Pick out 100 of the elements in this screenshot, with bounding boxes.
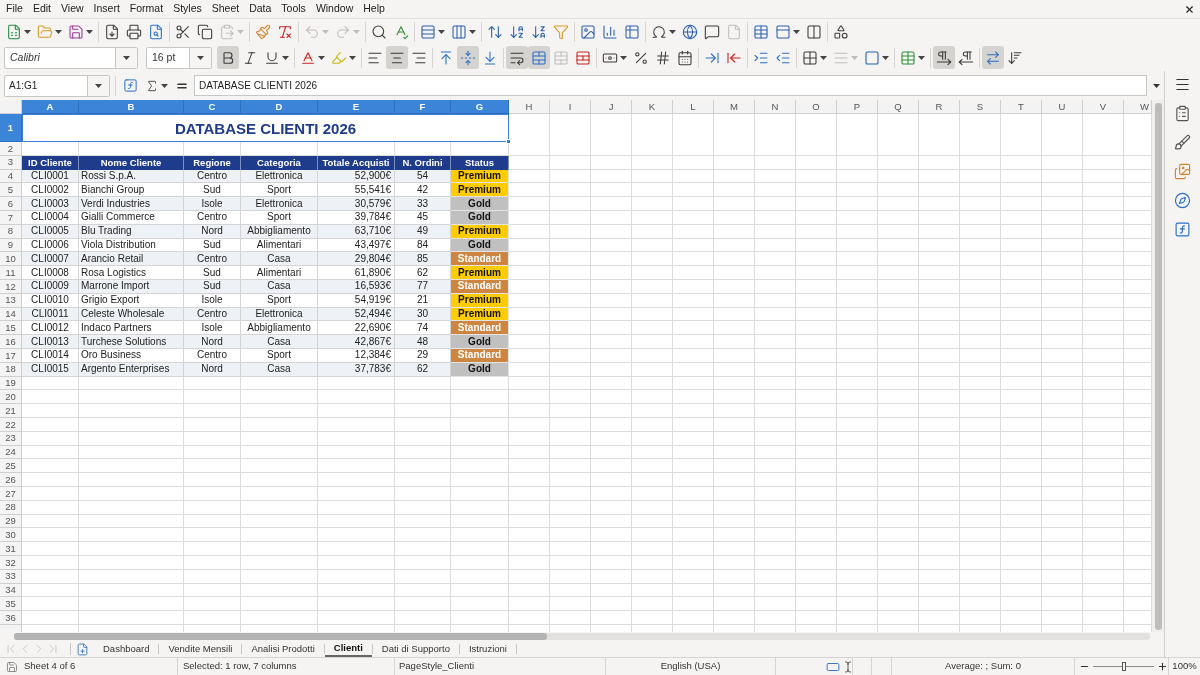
images-icon[interactable] [1174, 163, 1191, 180]
fill-handle[interactable] [506, 139, 511, 144]
menu-item[interactable]: Sheet [206, 0, 245, 18]
table-cell: Abbigliamento [241, 321, 318, 336]
percent-icon [633, 49, 649, 66]
column-header[interactable]: O [796, 100, 837, 114]
function-icon[interactable] [1174, 221, 1191, 238]
column-header[interactable]: C [184, 100, 241, 114]
align-center-button[interactable] [386, 46, 408, 69]
file-plus-icon [76, 642, 89, 656]
column-header[interactable]: T [1001, 100, 1042, 114]
caret-icon [1152, 83, 1160, 88]
column-header[interactable]: G [451, 100, 509, 114]
column-header[interactable]: W [1124, 100, 1152, 114]
column-header[interactable]: L [673, 100, 714, 114]
table-cell: Casa [241, 335, 318, 349]
column-header[interactable]: H [509, 100, 550, 114]
arrows-left-right-icon [985, 49, 1001, 66]
text-left-to-right-button[interactable] [982, 46, 1004, 69]
formula-input[interactable]: DATABASE CLIENTI 2026 [194, 75, 1147, 96]
bold-icon [220, 49, 236, 66]
column-header[interactable]: D [241, 100, 318, 114]
zoom-slider[interactable] [1093, 662, 1154, 671]
wrap-text-button[interactable] [506, 46, 528, 69]
menu-icon[interactable] [1174, 76, 1191, 93]
menu-item[interactable]: Window [310, 0, 359, 18]
document-search-icon [148, 23, 164, 40]
column-heading: ID Cliente [22, 155, 79, 170]
menu-item[interactable]: Help [358, 0, 390, 18]
sheet-tab[interactable]: Istruzioni [459, 641, 516, 657]
table-cell: CLI0012 [22, 321, 79, 336]
caret-icon [669, 29, 676, 34]
merged-cells-icon [553, 49, 569, 66]
split-panel-icon [806, 23, 822, 40]
arrow-up-to-line-icon [438, 49, 454, 66]
center-vertically-button[interactable] [457, 46, 479, 69]
merge-center-button[interactable] [528, 46, 550, 69]
brush-icon[interactable] [1174, 134, 1191, 151]
column-header[interactable]: I [550, 100, 591, 114]
table-cell: 48 [395, 335, 451, 349]
column-header[interactable]: V [1083, 100, 1124, 114]
clipboard-list-icon[interactable] [1174, 105, 1191, 122]
horizontal-scrollbar[interactable] [14, 633, 1150, 640]
rows-icon [420, 23, 436, 40]
search-icon [371, 23, 387, 40]
left-to-right-button[interactable] [933, 46, 955, 69]
spreadsheet-file-icon [6, 23, 22, 40]
menu-item[interactable]: View [56, 0, 89, 18]
slider-thumb[interactable] [1121, 662, 1126, 671]
table-cell: CLI0002 [22, 183, 79, 198]
folder-icon [37, 23, 53, 40]
table-cell: 61,890€ [318, 266, 395, 280]
bold-button[interactable] [217, 46, 239, 69]
column-header[interactable]: M [714, 100, 755, 114]
selection-info: Selected: 1 row, 7 columns [183, 659, 297, 674]
table-cell: 42 [395, 183, 451, 198]
column-header[interactable]: F [395, 100, 451, 114]
column-header[interactable]: P [837, 100, 878, 114]
table-cell: 33 [395, 197, 451, 211]
sheet-tab[interactable]: Analisi Prodotti [242, 641, 324, 657]
caret-icon [282, 55, 289, 60]
caret-icon [353, 29, 360, 34]
column-header[interactable]: Q [878, 100, 919, 114]
sigma-icon [145, 78, 159, 93]
columns-icon [451, 23, 467, 40]
bar-chart-icon [602, 23, 618, 40]
menu-item[interactable]: Insert [88, 0, 125, 18]
menu-item[interactable]: File [1, 0, 28, 18]
column-header[interactable]: N [755, 100, 796, 114]
sheet-tab[interactable]: Dati di Supporto [372, 641, 459, 657]
menu-item[interactable]: Edit [27, 0, 56, 18]
document-download-icon [104, 23, 120, 40]
menu-item[interactable]: Format [124, 0, 169, 18]
column-header[interactable]: K [632, 100, 673, 114]
table-cell: CLI0008 [22, 266, 79, 280]
menu-item[interactable]: Data [244, 0, 277, 18]
panel-top-icon [775, 23, 791, 40]
column-header[interactable]: U [1042, 100, 1083, 114]
sheet-tab[interactable]: Vendite Mensili [159, 641, 242, 657]
sort-az-icon [509, 23, 525, 40]
highlighter-icon [331, 49, 347, 66]
sheet-tab[interactable]: Dashboard [94, 641, 159, 657]
column-header[interactable]: R [919, 100, 960, 114]
column-header[interactable]: B [79, 100, 184, 114]
table-cell: Sud [184, 266, 241, 280]
column-header[interactable]: S [960, 100, 1001, 114]
menu-item[interactable]: Tools [276, 0, 311, 18]
row-header[interactable]: 1 [0, 114, 22, 142]
scrollbar-thumb[interactable] [14, 633, 547, 640]
compass-icon[interactable] [1174, 192, 1191, 209]
column-header[interactable]: J [591, 100, 632, 114]
column-header[interactable]: E [318, 100, 395, 114]
menu-item[interactable]: Styles [168, 0, 207, 18]
sheet-tab[interactable]: Clienti [324, 641, 372, 657]
column-heading: N. Ordini [395, 155, 451, 170]
table-cell: 22,690€ [318, 321, 395, 336]
column-header[interactable]: A [22, 100, 79, 114]
underline-icon [264, 49, 280, 66]
table-icon [624, 23, 640, 40]
zoom-in-button[interactable] [1157, 661, 1168, 672]
